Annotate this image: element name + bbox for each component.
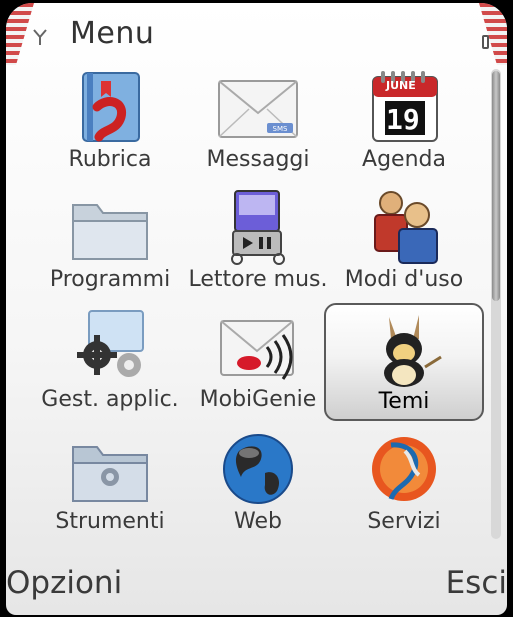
themes-mascot-icon bbox=[384, 315, 442, 387]
menu-item-servizi[interactable]: Servizi bbox=[324, 425, 484, 543]
title-bar: Menu bbox=[6, 3, 507, 63]
profiles-people-icon bbox=[374, 191, 438, 264]
menu-item-label: Modi d'uso bbox=[344, 267, 464, 292]
exit-softkey[interactable]: Esci bbox=[446, 565, 507, 601]
menu-item-label: Gest. applic. bbox=[41, 387, 179, 412]
menu-item-programmi[interactable]: Programmi bbox=[30, 183, 190, 301]
svg-text:SMS: SMS bbox=[273, 125, 288, 133]
sms-envelope-icon: SMS bbox=[218, 80, 298, 138]
tools-folder-icon bbox=[72, 446, 148, 502]
folder-icon bbox=[72, 204, 148, 260]
menu-item-label: Agenda bbox=[362, 147, 446, 172]
menu-item-messaggi[interactable]: SMS Messaggi bbox=[178, 63, 338, 181]
menu-item-agenda[interactable]: JUNE 19 Agenda bbox=[324, 63, 484, 181]
calendar-month-text: JUNE bbox=[386, 79, 416, 92]
menu-item-gest-applic[interactable]: Gest. applic. bbox=[30, 303, 190, 421]
menu-item-mobigenie[interactable]: MobiGenie bbox=[178, 303, 338, 421]
menu-item-label: Rubrica bbox=[68, 147, 152, 172]
options-softkey[interactable]: Opzioni bbox=[6, 565, 122, 601]
menu-item-web[interactable]: Web bbox=[178, 425, 338, 543]
mobigenie-icon bbox=[220, 320, 294, 380]
scrollbar[interactable] bbox=[491, 69, 501, 539]
menu-item-temi[interactable]: Temi bbox=[324, 303, 484, 421]
music-player-icon bbox=[231, 190, 285, 265]
menu-item-strumenti[interactable]: Strumenti bbox=[30, 425, 190, 543]
menu-item-modi-duso[interactable]: Modi d'uso bbox=[324, 183, 484, 301]
menu-item-label: Programmi bbox=[49, 267, 171, 292]
scrollbar-thumb[interactable] bbox=[492, 71, 500, 301]
signal-icon bbox=[33, 29, 47, 45]
menu-item-label: Servizi bbox=[367, 509, 441, 534]
menu-grid: Rubrica SMS Messaggi JUNE 19 Agenda Prog… bbox=[6, 63, 496, 563]
menu-item-rubrica[interactable]: Rubrica bbox=[30, 63, 190, 181]
app-manager-gears-icon bbox=[77, 310, 144, 377]
globe-icon bbox=[223, 434, 293, 504]
services-icon bbox=[372, 437, 436, 501]
calendar-day-text: 19 bbox=[386, 103, 420, 136]
menu-item-label: Strumenti bbox=[55, 509, 165, 534]
phone-screen: Menu Rubrica SMS Messaggi JUNE 19 Agenda… bbox=[6, 3, 507, 615]
softkey-bar: Opzioni Esci bbox=[6, 557, 507, 615]
battery-icon bbox=[482, 35, 489, 49]
menu-item-label: MobiGenie bbox=[199, 387, 317, 412]
contacts-book-icon bbox=[82, 72, 140, 142]
page-title: Menu bbox=[70, 16, 155, 51]
menu-item-label: Temi bbox=[378, 389, 430, 414]
menu-item-lettore-mus[interactable]: Lettore mus. bbox=[178, 183, 338, 301]
